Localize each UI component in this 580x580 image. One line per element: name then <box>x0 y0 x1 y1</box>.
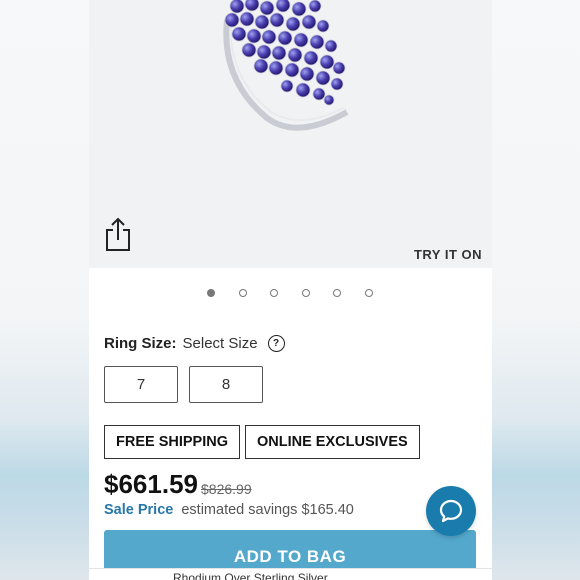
share-icon <box>106 217 130 251</box>
carousel-dot-4[interactable] <box>302 289 310 297</box>
ring-size-row: Ring Size: Select Size ? <box>104 333 285 353</box>
carousel-dot-6[interactable] <box>365 289 373 297</box>
bottom-info-bar: Rhodium Over Sterling Silver <box>89 568 492 580</box>
material-text: Rhodium Over Sterling Silver <box>173 571 328 580</box>
sale-row: Sale Price estimated savings $165.40 <box>104 502 354 518</box>
carousel-dot-2[interactable] <box>239 289 247 297</box>
size-option-8[interactable]: 8 <box>189 366 263 403</box>
sale-price-label: Sale Price <box>104 502 174 518</box>
product-image-area[interactable]: TRY IT ON <box>89 0 492 268</box>
carousel-dot-3[interactable] <box>270 289 278 297</box>
add-to-bag-label: ADD TO BAG <box>233 547 347 566</box>
product-image <box>223 0 349 131</box>
blurred-backdrop-left <box>0 0 89 580</box>
original-price: $826.99 <box>201 481 252 497</box>
carousel-dots <box>89 288 492 302</box>
chat-bubble-icon <box>439 499 463 523</box>
online-exclusives-badge: ONLINE EXCLUSIVES <box>245 425 420 459</box>
ring-size-value: Select Size <box>182 334 258 352</box>
product-panel: TRY IT ON Ring Size: Select Size ? 7 8 F… <box>89 0 492 580</box>
sale-price: $661.59 <box>104 469 198 499</box>
ring-size-label: Ring Size: <box>104 334 177 352</box>
size-option-7[interactable]: 7 <box>104 366 178 403</box>
estimated-savings: estimated savings $165.40 <box>181 502 354 518</box>
carousel-dot-5[interactable] <box>333 289 341 297</box>
chat-button[interactable] <box>426 486 476 536</box>
free-shipping-badge: FREE SHIPPING <box>104 425 240 459</box>
question-icon[interactable]: ? <box>267 334 285 352</box>
try-it-on-button[interactable]: TRY IT ON <box>414 247 482 262</box>
carousel-dot-1[interactable] <box>207 289 215 297</box>
share-button[interactable] <box>103 216 133 252</box>
blurred-backdrop-right <box>492 0 580 580</box>
